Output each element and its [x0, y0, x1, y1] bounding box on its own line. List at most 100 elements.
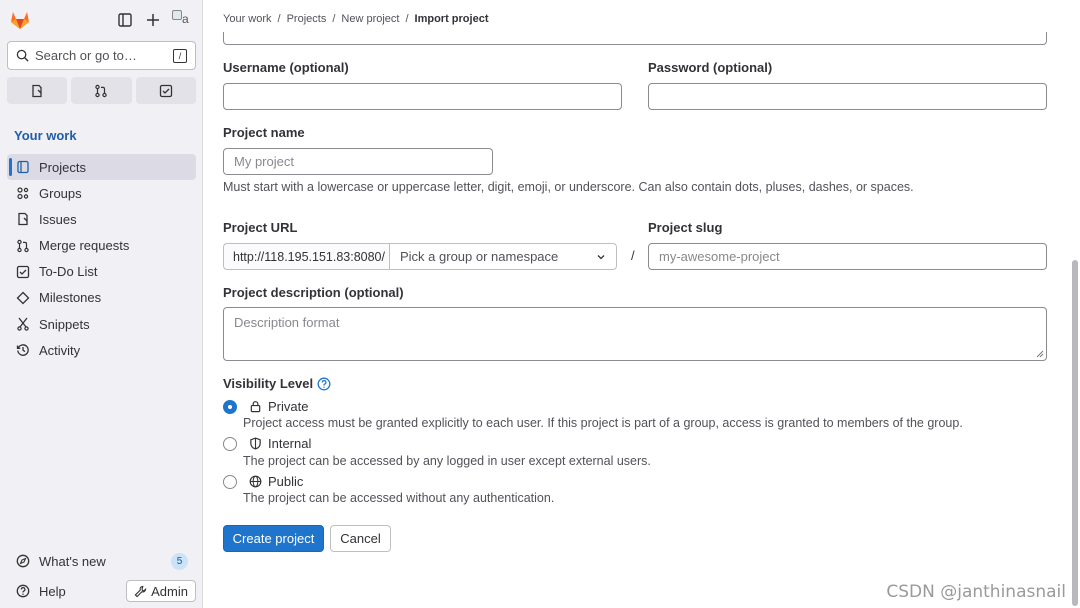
merge-request-icon: [95, 84, 108, 97]
description-textarea[interactable]: Description format: [223, 307, 1047, 361]
chevron-down-icon: [597, 254, 605, 259]
username-input[interactable]: [223, 83, 622, 110]
project-url-prefix: http://118.195.151.83:8080/: [223, 243, 390, 270]
visibility-public-option[interactable]: Public: [223, 474, 303, 489]
sidebar-item-label: Issues: [39, 211, 77, 227]
sidebar-item-milestones[interactable]: Milestones: [7, 285, 196, 311]
namespace-select[interactable]: Pick a group or namespace: [389, 243, 617, 270]
resize-handle-icon[interactable]: [1036, 350, 1044, 358]
breadcrumb-projects[interactable]: Projects: [287, 13, 327, 25]
visibility-label: Visibility Level: [223, 376, 314, 391]
search-placeholder: Search or go to…: [35, 48, 137, 63]
snippet-icon: [17, 317, 29, 331]
sidebar-item-label: Snippets: [39, 316, 90, 332]
help-row: Help Admin: [7, 580, 196, 602]
project-url-label: Project URL: [223, 220, 298, 235]
sidebar-top: a: [8, 8, 194, 32]
sidebar-item-todo-list[interactable]: To-Do List: [7, 259, 196, 285]
todo-button[interactable]: [135, 77, 196, 104]
lock-icon: [250, 401, 261, 413]
namespace-placeholder: Pick a group or namespace: [400, 249, 559, 264]
username-label: Username (optional): [223, 60, 349, 75]
globe-icon: [249, 475, 262, 488]
public-label: Public: [268, 474, 304, 489]
create-project-button[interactable]: Create project: [223, 525, 324, 552]
password-label: Password (optional): [648, 60, 773, 75]
help-icon[interactable]: [16, 584, 30, 598]
compass-icon: [16, 554, 30, 568]
sidebar-item-label: Merge requests: [39, 238, 130, 254]
breadcrumb-import-project[interactable]: Import project: [415, 13, 489, 25]
user-counts: [7, 77, 196, 104]
internal-description: The project can be accessed by any logge…: [243, 454, 651, 468]
project-name-input[interactable]: My project: [223, 148, 493, 175]
main-content: Your work / Projects / New project / Import…: [203, 0, 1080, 608]
help-circle-icon[interactable]: [317, 377, 331, 391]
shield-icon: [250, 437, 261, 450]
whats-new-label: What's new: [39, 553, 106, 569]
cancel-button[interactable]: Cancel: [330, 525, 391, 552]
url-slash: /: [631, 248, 635, 263]
project-name-label: Project name: [223, 125, 305, 140]
merge-requests-button[interactable]: [71, 77, 132, 104]
section-title-your-work[interactable]: Your work: [14, 128, 77, 143]
project-name-help: Must start with a lowercase or uppercase…: [223, 180, 914, 194]
watermark: CSDN @janthinasnail: [886, 582, 1066, 602]
whats-new-item[interactable]: What's new 5: [7, 550, 196, 572]
whats-new-count-badge: 5: [171, 552, 188, 570]
help-label[interactable]: Help: [39, 584, 66, 599]
private-label: Private: [268, 399, 309, 414]
public-description: The project can be accessed without any …: [243, 491, 555, 505]
issues-icon: [18, 213, 28, 226]
sidebar-item-activity[interactable]: Activity: [7, 337, 196, 363]
description-label: Project description (optional): [223, 285, 404, 300]
page-scrollbar[interactable]: [1070, 0, 1080, 608]
assigned-issues-button[interactable]: [7, 77, 68, 104]
plus-icon[interactable]: [144, 11, 162, 29]
internal-radio[interactable]: [223, 436, 237, 451]
sidebar-item-merge-requests[interactable]: Merge requests: [7, 233, 196, 259]
project-slug-label: Project slug: [648, 220, 723, 235]
issues-icon: [32, 84, 42, 97]
sidebar-item-snippets[interactable]: Snippets: [7, 311, 196, 337]
sidebar-item-groups[interactable]: Groups: [7, 180, 196, 206]
sidebar-toggle-icon[interactable]: [116, 11, 134, 29]
repository-url-input[interactable]: [223, 32, 1047, 45]
sidebar-item-label: Projects: [39, 159, 86, 175]
project-name-placeholder: My project: [234, 154, 294, 169]
search-input[interactable]: Search or go to… /: [7, 41, 196, 70]
scrollbar-thumb[interactable]: [1072, 260, 1078, 606]
user-avatar[interactable]: a: [172, 10, 194, 30]
project-slug-input[interactable]: my-awesome-project: [648, 243, 1047, 270]
private-radio[interactable]: [223, 399, 237, 414]
project-slug-placeholder: my-awesome-project: [659, 249, 780, 264]
visibility-internal-option[interactable]: Internal: [223, 436, 311, 451]
milestone-icon: [16, 291, 30, 305]
sidebar-item-label: Activity: [39, 342, 81, 358]
visibility-private-option[interactable]: Private: [223, 399, 308, 414]
sidebar-item-label: To-Do List: [39, 264, 98, 280]
internal-label: Internal: [268, 436, 312, 451]
breadcrumb-new-project[interactable]: New project: [341, 13, 399, 25]
sidebar-item-projects[interactable]: Projects: [7, 154, 196, 180]
password-input[interactable]: [648, 83, 1047, 110]
search-shortcut-key: /: [173, 48, 187, 63]
visibility-label-row: Visibility Level: [223, 376, 331, 391]
sidebar-nav: Projects Groups Issues Merge requests To…: [7, 154, 196, 364]
sidebar-item-issues[interactable]: Issues: [7, 206, 196, 232]
todo-icon: [159, 84, 172, 97]
breadcrumb-your-work[interactable]: Your work: [223, 13, 272, 25]
private-description: Project access must be granted explicitl…: [243, 416, 963, 430]
gitlab-logo-icon[interactable]: [8, 8, 32, 32]
merge-request-icon: [17, 239, 29, 252]
breadcrumb: Your work / Projects / New project / Import…: [223, 13, 489, 25]
wrench-icon: [134, 585, 147, 597]
admin-button[interactable]: Admin: [126, 580, 196, 602]
description-placeholder: Description format: [234, 315, 340, 330]
group-icon: [17, 187, 29, 200]
public-radio[interactable]: [223, 474, 237, 489]
activity-icon: [16, 344, 29, 357]
sidebar: a Search or go to… / Your work Projects …: [0, 0, 203, 608]
sidebar-item-label: Groups: [39, 185, 82, 201]
project-icon: [17, 160, 29, 174]
